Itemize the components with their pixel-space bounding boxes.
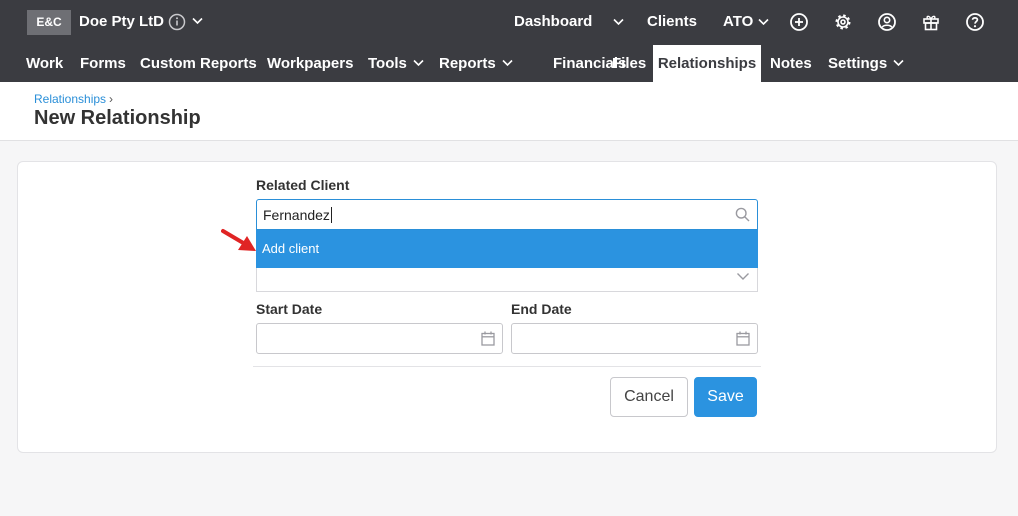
nav-item-relationships[interactable]: Relationships xyxy=(653,45,761,82)
chevron-down-icon xyxy=(737,273,749,280)
breadcrumb-link-relationships[interactable]: Relationships xyxy=(34,92,106,106)
chevron-down-icon xyxy=(893,59,904,66)
form-divider xyxy=(253,366,761,367)
relationship-type-select[interactable] xyxy=(256,268,758,292)
chevron-down-icon xyxy=(413,59,424,66)
nav-item-label: Settings xyxy=(828,55,888,72)
nav-item-forms[interactable]: Forms xyxy=(80,45,126,82)
nav-item-label: Relationships xyxy=(657,55,757,72)
ato-link[interactable]: ATO xyxy=(723,13,753,30)
info-icon[interactable] xyxy=(168,13,186,31)
chevron-down-icon xyxy=(502,59,513,66)
end-date-input[interactable] xyxy=(511,323,758,354)
breadcrumb-separator: › xyxy=(109,92,114,106)
gift-icon[interactable] xyxy=(921,12,941,32)
chevron-down-icon[interactable] xyxy=(758,18,769,26)
related-client-text: Fernandez xyxy=(263,207,330,223)
main-nav: Work Forms Custom Reports Workpapers Too… xyxy=(0,45,1018,82)
dropdown-option-add-client[interactable]: Add client xyxy=(256,230,758,268)
start-date-label: Start Date xyxy=(256,301,323,317)
company-name[interactable]: Doe Pty LtD xyxy=(79,13,164,30)
red-arrow-annotation xyxy=(221,229,256,251)
calendar-icon[interactable] xyxy=(481,331,495,346)
calendar-icon[interactable] xyxy=(736,331,750,346)
dashboard-link[interactable]: Dashboard xyxy=(514,13,592,30)
nav-item-label: Forms xyxy=(80,55,126,72)
nav-item-custom-reports[interactable]: Custom Reports xyxy=(140,45,257,82)
nav-item-label: Work xyxy=(26,55,64,72)
help-circle-icon[interactable] xyxy=(965,12,985,32)
start-date-input[interactable] xyxy=(256,323,503,354)
nav-item-label: Workpapers xyxy=(267,55,354,72)
nav-item-label: Reports xyxy=(439,55,496,72)
end-date-label: End Date xyxy=(511,301,572,317)
nav-item-notes[interactable]: Notes xyxy=(770,45,812,82)
gear-icon[interactable] xyxy=(833,12,853,32)
related-client-input[interactable]: Fernandez xyxy=(256,199,758,230)
nav-item-files[interactable]: Files xyxy=(612,45,646,82)
text-cursor xyxy=(330,207,332,223)
chevron-down-icon[interactable] xyxy=(192,17,203,25)
related-client-value: Fernandez xyxy=(263,207,332,223)
nav-item-reports[interactable]: Reports xyxy=(439,45,513,82)
user-circle-icon[interactable] xyxy=(877,12,897,32)
nav-item-work[interactable]: Work xyxy=(26,45,63,82)
cancel-button[interactable]: Cancel xyxy=(610,377,688,417)
breadcrumb: Relationships › xyxy=(34,92,113,106)
page-header: Relationships › New Relationship xyxy=(0,82,1018,141)
add-circle-icon[interactable] xyxy=(789,12,809,32)
nav-item-label: Tools xyxy=(368,55,407,72)
nav-item-label: Files xyxy=(612,55,647,72)
clients-link[interactable]: Clients xyxy=(647,13,697,30)
top-bar: E&C Doe Pty LtD Dashboard Clients ATO xyxy=(0,0,1018,45)
nav-item-label: Notes xyxy=(770,55,812,72)
nav-item-workpapers[interactable]: Workpapers xyxy=(267,45,353,82)
nav-item-label: Custom Reports xyxy=(140,55,257,72)
chevron-down-icon[interactable] xyxy=(613,18,624,26)
search-icon xyxy=(735,207,750,222)
related-client-label: Related Client xyxy=(256,177,350,193)
nav-item-tools[interactable]: Tools xyxy=(368,45,424,82)
save-button[interactable]: Save xyxy=(694,377,757,417)
nav-item-settings[interactable]: Settings xyxy=(828,45,904,82)
logo[interactable]: E&C xyxy=(27,10,71,35)
page-title: New Relationship xyxy=(34,107,201,129)
